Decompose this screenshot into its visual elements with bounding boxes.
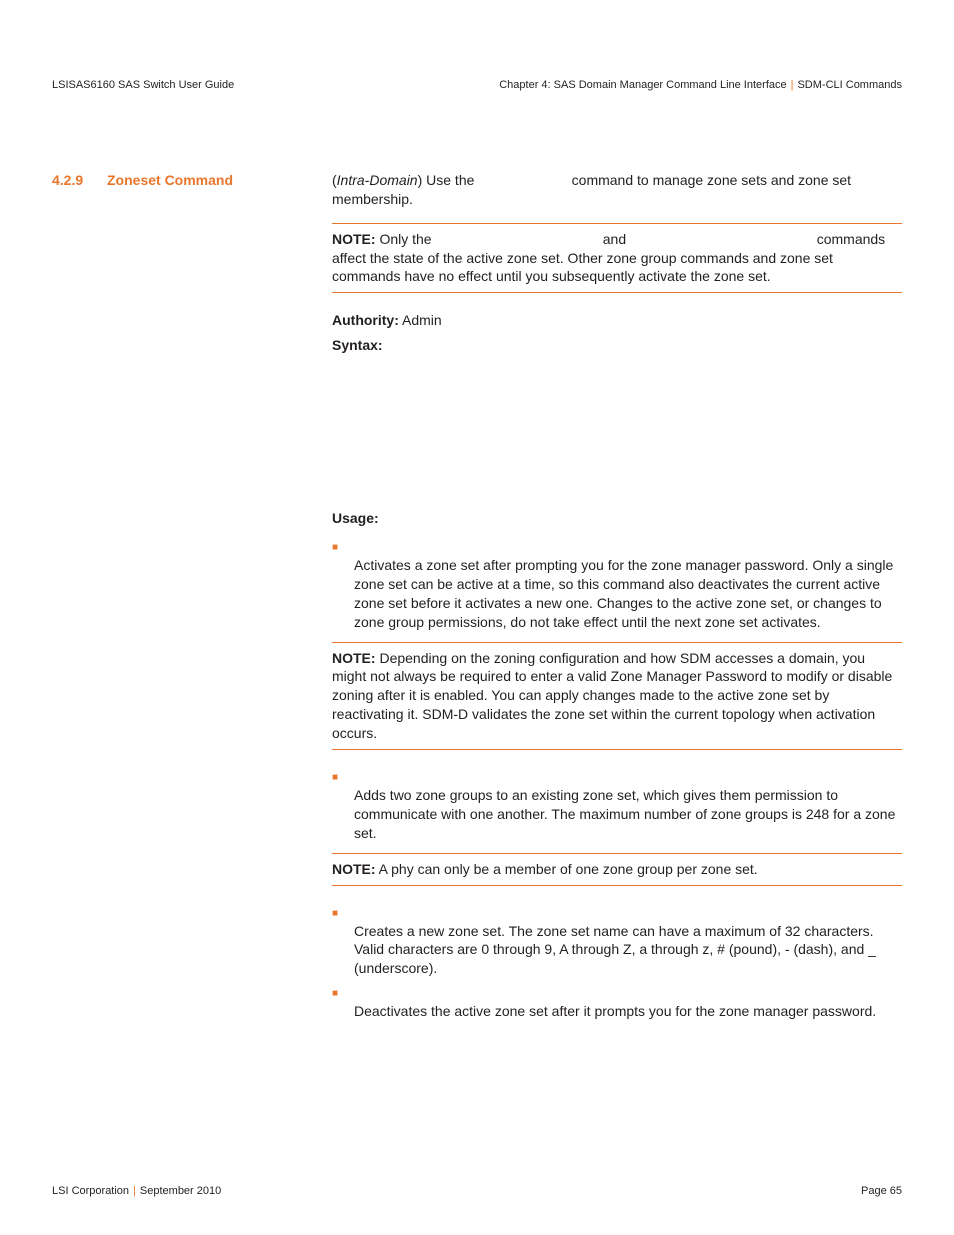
section-body: (Intra-Domain) Use the command to manage…	[332, 171, 902, 1023]
bullet1-desc: Activates a zone set after prompting you…	[354, 556, 902, 632]
note1-seg2: and	[599, 231, 630, 247]
bullet-body: Adds two zone groups to an existing zone…	[354, 768, 902, 843]
section-title: Zoneset Command	[107, 171, 233, 1023]
authority-value: Admin	[399, 312, 442, 328]
note-box-1: NOTE: Only the and commands affect the s…	[332, 223, 902, 294]
header-section: SDM-CLI Commands	[797, 79, 902, 91]
bullet3-desc: Creates a new zone set. The zone set nam…	[354, 922, 902, 979]
header-left: LSISAS6160 SAS Switch User Guide	[52, 78, 234, 93]
section-number: 4.2.9	[52, 171, 107, 1023]
header-right: Chapter 4: SAS Domain Manager Command Li…	[499, 78, 902, 93]
bullet-item-4: ■ Deactivates the active zone set after …	[332, 984, 902, 1021]
note2-text: Depending on the zoning configuration an…	[332, 650, 892, 742]
footer-date: September 2010	[140, 1185, 221, 1197]
bullet-item-3: ■ Creates a new zone set. The zone set n…	[332, 904, 902, 979]
bullet-icon: ■	[332, 768, 354, 843]
syntax-block	[332, 361, 902, 501]
bullet-icon: ■	[332, 984, 354, 1021]
footer-left: LSI Corporation|September 2010	[52, 1184, 221, 1199]
note-label: NOTE:	[332, 231, 376, 247]
page-header: LSISAS6160 SAS Switch User Guide Chapter…	[52, 78, 902, 93]
footer-company: LSI Corporation	[52, 1185, 129, 1197]
note1-seg1: Only the	[376, 231, 436, 247]
bullet-cmd-placeholder	[354, 538, 902, 554]
authority-label: Authority:	[332, 312, 399, 328]
bullet-item-2: ■ Adds two zone groups to an existing zo…	[332, 768, 902, 843]
bullet-body: Activates a zone set after prompting you…	[354, 538, 902, 632]
bullet-cmd-placeholder	[354, 984, 902, 1000]
note-box-2: NOTE: Depending on the zoning configurat…	[332, 642, 902, 750]
bullet-cmd-placeholder	[354, 768, 902, 784]
bullet2-desc: Adds two zone groups to an existing zone…	[354, 786, 902, 843]
section-heading: 4.2.9 Zoneset Command	[52, 171, 332, 1023]
bullet-item-1: ■ Activates a zone set after prompting y…	[332, 538, 902, 632]
authority-line: Authority: Admin	[332, 311, 902, 330]
bullet-body: Creates a new zone set. The zone set nam…	[354, 904, 902, 979]
bullet-icon: ■	[332, 904, 354, 979]
syntax-label: Syntax:	[332, 336, 902, 355]
divider-icon: |	[129, 1185, 140, 1197]
note3-text: A phy can only be a member of one zone g…	[376, 861, 758, 877]
page-footer: LSI Corporation|September 2010 Page 65	[52, 1184, 902, 1199]
content: 4.2.9 Zoneset Command (Intra-Domain) Use…	[52, 171, 902, 1023]
usage-label: Usage:	[332, 509, 902, 528]
note-label: NOTE:	[332, 861, 376, 877]
bullet4-desc: Deactivates the active zone set after it…	[354, 1002, 902, 1021]
intro-text-a: ) Use the	[418, 172, 479, 188]
bullet-body: Deactivates the active zone set after it…	[354, 984, 902, 1021]
intro-paragraph: (Intra-Domain) Use the command to manage…	[332, 171, 902, 209]
note-label: NOTE:	[332, 650, 376, 666]
header-chapter: Chapter 4: SAS Domain Manager Command Li…	[499, 79, 786, 91]
note-box-3: NOTE: A phy can only be a member of one …	[332, 853, 902, 886]
bullet-icon: ■	[332, 538, 354, 632]
intro-domain: Intra-Domain	[337, 172, 418, 188]
footer-right: Page 65	[861, 1184, 902, 1199]
divider-icon: |	[787, 79, 798, 91]
bullet-cmd-placeholder	[354, 904, 902, 920]
page: LSISAS6160 SAS Switch User Guide Chapter…	[0, 0, 954, 1235]
